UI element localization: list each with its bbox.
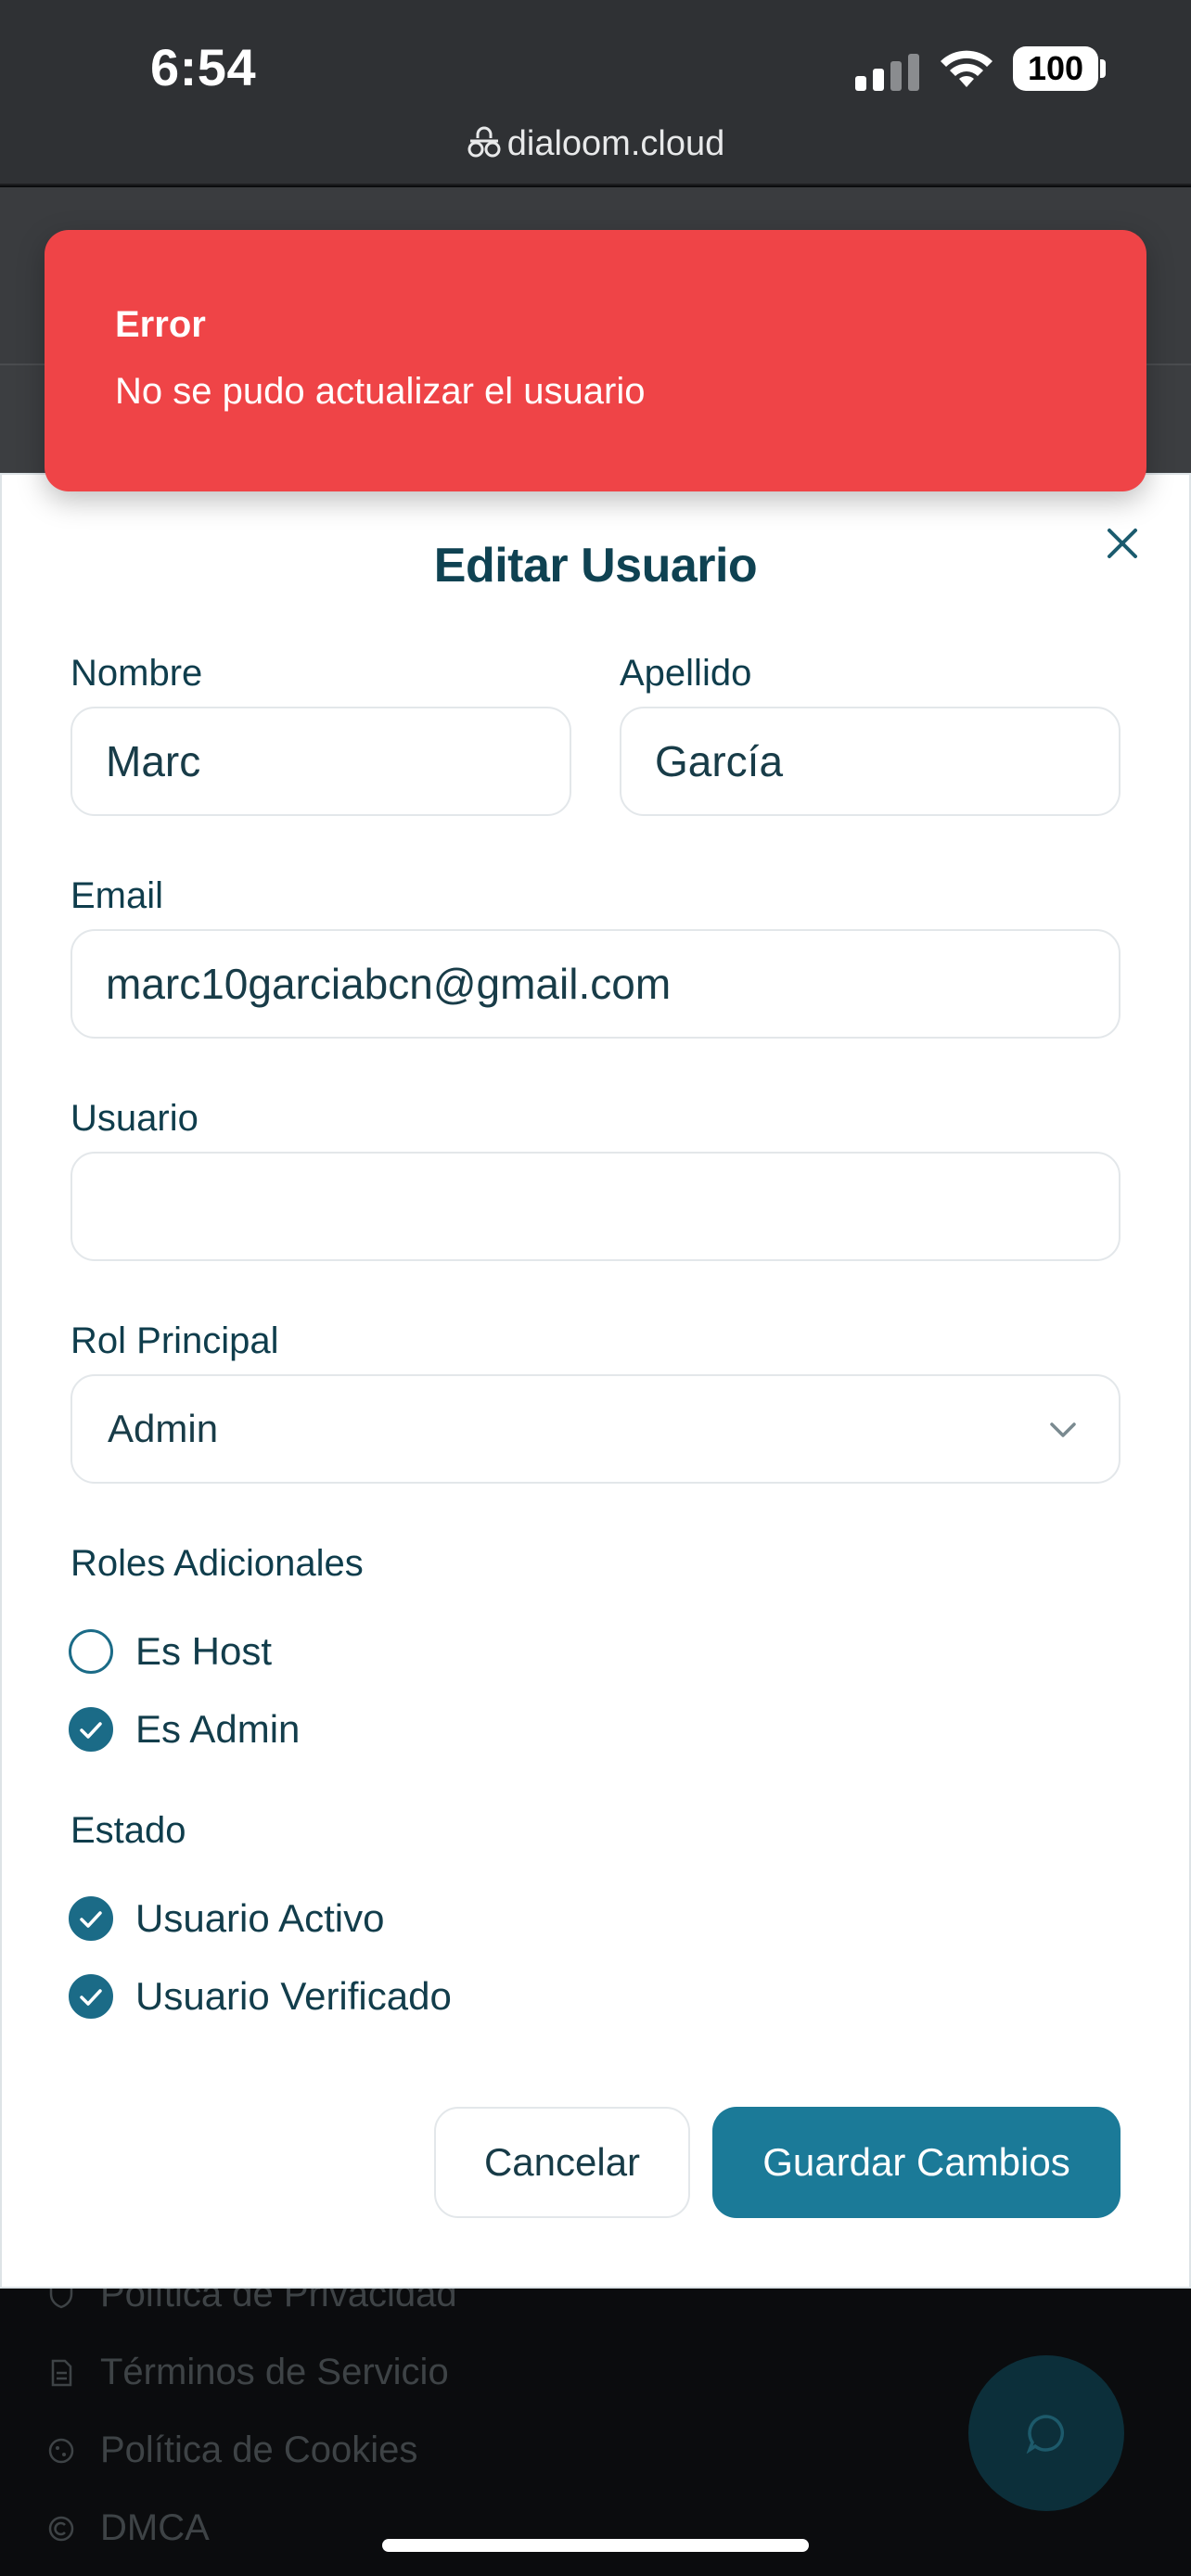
footer-link-terms[interactable]: Términos de Servicio	[46, 2352, 449, 2393]
chat-button[interactable]	[968, 2355, 1124, 2511]
primary-role-select[interactable]: Admin	[70, 1374, 1121, 1484]
checkbox-empty-icon	[69, 1629, 113, 1674]
check-icon	[69, 1707, 113, 1752]
primary-role-value: Admin	[108, 1407, 219, 1450]
checkbox-label: Usuario Verificado	[135, 1974, 452, 2018]
footer-link-label: DMCA	[100, 2507, 210, 2548]
error-toast[interactable]: Error No se pudo actualizar el usuario	[45, 230, 1146, 491]
cancel-button[interactable]: Cancelar	[434, 2107, 690, 2218]
status-time: 6:54	[150, 38, 257, 96]
lock-icon	[467, 126, 501, 158]
footer-link-cookies[interactable]: Política de Cookies	[46, 2429, 417, 2471]
check-icon	[69, 1974, 113, 2019]
footer-link-label: Política de Cookies	[100, 2429, 418, 2470]
check-icon	[69, 1896, 113, 1941]
primary-role-label: Rol Principal	[70, 1320, 279, 1361]
checkbox-label: Usuario Activo	[135, 1896, 385, 1940]
url-bar[interactable]: dialoom.cloud	[0, 124, 1191, 164]
first-name-label: Nombre	[70, 653, 203, 694]
checkbox-es-admin[interactable]: Es Admin	[69, 1706, 300, 1753]
checkbox-usuario-activo[interactable]: Usuario Activo	[69, 1895, 384, 1942]
battery-tip	[1100, 59, 1106, 78]
checkbox-label: Es Admin	[135, 1707, 301, 1751]
footer-link-dmca[interactable]: DMCA	[46, 2507, 210, 2549]
cookie-icon	[48, 2438, 74, 2463]
save-changes-button[interactable]: Guardar Cambios	[712, 2107, 1121, 2218]
last-name-label: Apellido	[620, 653, 752, 694]
toast-title: Error	[115, 304, 206, 345]
email-field[interactable]	[70, 929, 1121, 1039]
checkbox-usuario-verificado[interactable]: Usuario Verificado	[69, 1973, 452, 2020]
checkbox-es-host[interactable]: Es Host	[69, 1628, 272, 1675]
status-bar: 6:54 100 dialoom.cloud	[0, 0, 1191, 185]
status-label: Estado	[70, 1810, 186, 1851]
checkbox-label: Es Host	[135, 1629, 273, 1673]
first-name-field[interactable]	[70, 707, 571, 816]
toast-message: No se pudo actualizar el usuario	[115, 371, 646, 412]
battery-indicator: 100	[1013, 46, 1098, 91]
email-label: Email	[70, 875, 164, 916]
cellular-signal-icon	[855, 54, 919, 91]
last-name-field[interactable]	[620, 707, 1121, 816]
wifi-icon	[941, 50, 992, 87]
footer-link-label: Términos de Servicio	[100, 2352, 449, 2392]
chevron-down-icon	[1050, 1422, 1076, 1437]
copyright-icon	[48, 2516, 74, 2541]
chat-icon	[1026, 2415, 1065, 2454]
additional-roles-label: Roles Adicionales	[70, 1543, 364, 1584]
home-indicator	[382, 2539, 809, 2552]
username-field[interactable]	[70, 1152, 1121, 1261]
modal-title: Editar Usuario	[433, 539, 758, 593]
username-label: Usuario	[70, 1098, 198, 1139]
document-icon	[51, 2359, 72, 2386]
url-text: dialoom.cloud	[506, 124, 725, 163]
